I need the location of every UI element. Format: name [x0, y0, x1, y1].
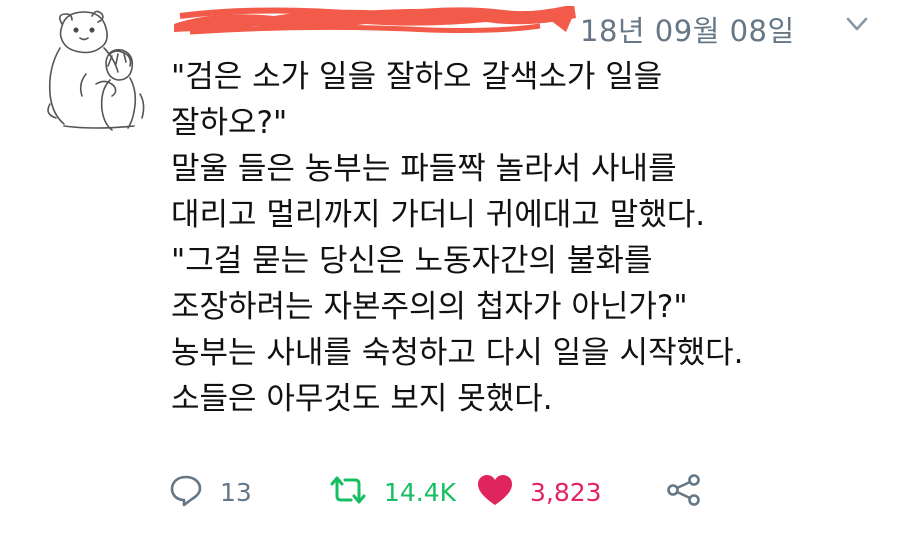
tweet-header: 18년 09월 08일: [170, 4, 880, 48]
tweet-actions: 13 14.4K 3,823: [168, 470, 728, 514]
tweet-text-line: "그걸 묻는 당신은 노동자간의 불화를: [171, 243, 653, 279]
like-button[interactable]: 3,823: [476, 470, 602, 514]
retweet-count: 14.4K: [384, 477, 457, 507]
tweet-text-line: 잘하오?": [171, 105, 288, 141]
tweet-text-line: 말울 들은 농부는 파들짝 놀라서 사내를: [171, 151, 677, 187]
reply-bubble-icon: [168, 472, 204, 512]
heart-icon: [476, 472, 514, 512]
reply-button[interactable]: 13: [168, 470, 252, 514]
author-name-redaction: [170, 4, 580, 40]
share-button[interactable]: [664, 470, 704, 514]
tweet-text: "검은 소가 일을 잘하오 갈색소가 일을 잘하오?" 말울 들은 농부는 파들…: [171, 54, 871, 422]
retweet-button[interactable]: 14.4K: [328, 470, 456, 514]
tweet-text-line: 조장하려는 자본주의의 첩자가 아닌가?": [171, 289, 688, 325]
tweet-timestamp[interactable]: 18년 09월 08일: [580, 8, 795, 50]
reply-count: 13: [220, 477, 252, 507]
tweet-text-line: "검은 소가 일을 잘하오 갈색소가 일을: [171, 59, 663, 95]
tweet-text-line: 소들은 아무것도 보지 못했다.: [171, 381, 553, 417]
chevron-down-icon[interactable]: [842, 10, 872, 38]
share-icon: [664, 472, 704, 512]
retweet-icon: [328, 472, 368, 512]
tweet-text-line: 농부는 사내를 숙청하고 다시 일을 시작했다.: [171, 335, 744, 371]
like-count: 3,823: [530, 477, 602, 507]
tweet-text-line: 대리고 멀리까지 가더니 귀에대고 말했다.: [171, 197, 706, 233]
bear-and-boy-sketch-avatar-icon: [47, 10, 145, 131]
author-avatar[interactable]: [40, 4, 152, 132]
